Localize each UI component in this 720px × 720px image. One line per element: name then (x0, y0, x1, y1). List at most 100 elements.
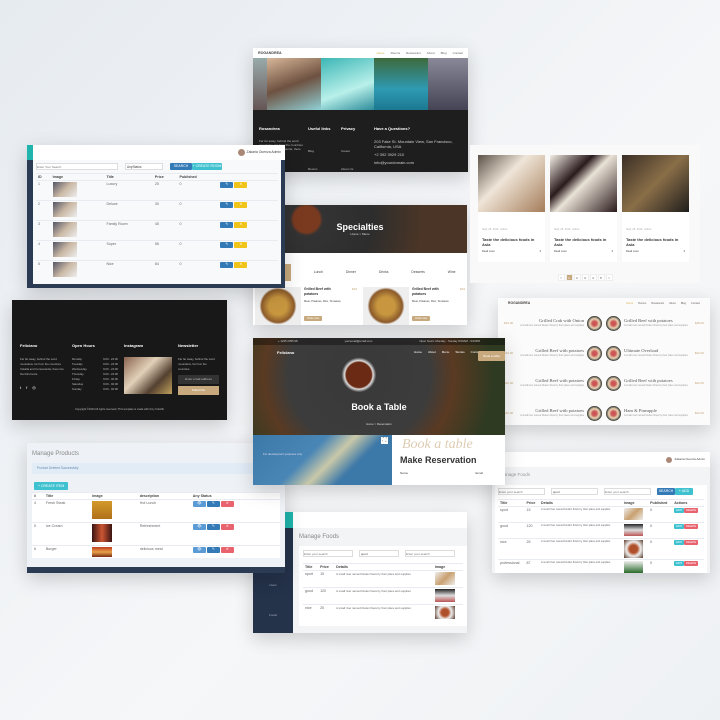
nav-link[interactable]: Blog (441, 51, 447, 56)
delete-icon[interactable]: ✕ (220, 501, 234, 507)
create-item-button[interactable]: + CREATE ITEM (34, 482, 69, 490)
search-button[interactable]: SEARCH (170, 163, 192, 170)
nav-link[interactable]: Restaurant (651, 301, 664, 306)
page-button[interactable]: < (557, 274, 565, 281)
edit-icon[interactable]: ✎ (206, 501, 220, 507)
menu-tab[interactable]: Drinks (379, 270, 389, 275)
sidebar-item[interactable]: Foods (269, 613, 277, 617)
nav-link[interactable]: Home (377, 51, 385, 56)
delete-button[interactable]: DELETE (684, 540, 699, 545)
add-new-button[interactable]: + ADD NEW (675, 488, 693, 500)
twitter-icon[interactable]: t (20, 385, 21, 390)
edit-icon[interactable]: ✎ (220, 222, 234, 228)
room-title: Super (104, 240, 153, 261)
order-button[interactable]: Order now (304, 316, 323, 321)
menu-tab[interactable]: Lunch (314, 270, 323, 275)
search-input-2[interactable] (604, 488, 651, 495)
email-input[interactable]: Enter email address (178, 375, 219, 384)
edit-icon[interactable]: ✎ (206, 524, 220, 530)
nav-link[interactable]: Home (626, 301, 633, 306)
view-icon[interactable]: 👁 (192, 524, 206, 530)
search-input-2[interactable] (405, 550, 455, 557)
view-icon[interactable]: 👁 (192, 501, 206, 507)
read-more-link[interactable]: Read more (626, 249, 639, 254)
post-title[interactable]: Taste the delicious foods in Asia (626, 237, 685, 247)
search-button[interactable]: SEARCH (657, 488, 675, 495)
facebook-icon[interactable]: f (26, 385, 27, 390)
instagram-grid[interactable] (124, 357, 172, 394)
menu-tab[interactable]: Wine (448, 270, 456, 275)
nav-link[interactable]: Restaurant (406, 51, 421, 56)
page-button[interactable]: 4 (589, 274, 597, 281)
delete-icon[interactable]: ✕ (234, 262, 248, 268)
footer-link[interactable]: About Us (341, 167, 353, 171)
subscribe-button[interactable]: Subscribe (178, 386, 219, 395)
view-icon[interactable]: 👁 (192, 547, 206, 553)
nav-link[interactable]: Menu (442, 350, 450, 355)
search-input[interactable] (36, 163, 118, 170)
delete-icon[interactable]: ✕ (220, 547, 234, 553)
nav-link[interactable]: Home (414, 350, 422, 355)
sidebar-item[interactable]: Users (269, 583, 276, 587)
status-select[interactable]: AnyStatus (125, 163, 163, 170)
footer-link[interactable]: Rooms (308, 167, 318, 171)
delete-button[interactable]: DELETE (684, 524, 699, 529)
edit-icon[interactable]: ✎ (220, 262, 234, 268)
delete-icon[interactable]: ✕ (234, 242, 248, 248)
delete-icon[interactable]: ✕ (234, 182, 248, 188)
user-name[interactable]: Zakaria Ouenza Admin (247, 150, 282, 155)
edit-button[interactable]: EDIT (674, 561, 685, 566)
blog-card[interactable]: Sept. 06, 2019 · Admin Taste the deliciou… (550, 155, 617, 262)
edit-button[interactable]: EDIT (674, 524, 685, 529)
edit-icon[interactable]: ✎ (220, 182, 234, 188)
search-input[interactable] (498, 488, 545, 495)
delete-icon[interactable]: ✕ (220, 524, 234, 530)
blog-card[interactable]: Sept. 06, 2019 · Admin Taste the deliciou… (622, 155, 689, 262)
search-input[interactable] (303, 550, 353, 557)
nav-link[interactable]: Stories (455, 350, 464, 355)
delete-icon[interactable]: ✕ (234, 202, 248, 208)
page-button[interactable]: 3 (581, 274, 589, 281)
edit-icon[interactable]: ✎ (206, 547, 220, 553)
menu-tab[interactable]: Dinner (346, 270, 356, 275)
avatar[interactable] (666, 456, 673, 463)
book-table-button[interactable]: Book a table (478, 351, 505, 361)
edit-button[interactable]: EDIT (674, 508, 685, 513)
user-name[interactable]: Zakaria Ouenza Admin (674, 457, 705, 462)
delete-icon[interactable]: ✕ (234, 222, 248, 228)
page-button[interactable]: > (605, 274, 613, 281)
read-more-link[interactable]: Read more (554, 249, 567, 254)
menu-tab[interactable]: Desserts (411, 270, 424, 275)
post-title[interactable]: Taste the delicious foods in Asia (554, 237, 613, 247)
footer-link[interactable]: Career (341, 149, 350, 153)
order-button[interactable]: Order now (412, 316, 431, 321)
page-button[interactable]: 2 (573, 274, 581, 281)
post-title[interactable]: Taste the delicious foods in Asia (482, 237, 541, 247)
page-button[interactable]: 5 (597, 274, 605, 281)
avatar[interactable] (237, 149, 245, 156)
nav-link[interactable]: Blog (681, 301, 686, 306)
nav-link[interactable]: About (427, 51, 435, 56)
create-room-button[interactable]: + CREATE ROOM (192, 163, 222, 170)
edit-icon[interactable]: ✎ (220, 202, 234, 208)
nav-link[interactable]: Contact (691, 301, 700, 306)
edit-button[interactable]: EDIT (674, 540, 685, 545)
status-select[interactable]: sport (359, 550, 399, 557)
footer-link[interactable]: Blog (308, 149, 314, 153)
nav-link[interactable]: About (669, 301, 676, 306)
delete-button[interactable]: DELETE (684, 561, 699, 566)
nav-link[interactable]: About (428, 350, 436, 355)
page-button[interactable]: 1 (565, 274, 573, 281)
nav-link[interactable]: Contact (453, 51, 463, 56)
email-link[interactable]: info@yourdomain.com (374, 160, 462, 165)
status-select[interactable]: sport (551, 488, 598, 495)
map[interactable]: For development purposes only ⛶ (253, 435, 392, 485)
fullscreen-icon[interactable]: ⛶ (381, 437, 388, 444)
instagram-icon[interactable]: ◎ (32, 385, 36, 390)
delete-button[interactable]: DELETE (684, 508, 699, 513)
blog-card[interactable]: Sept. 06, 2019 · Admin Taste the deliciou… (478, 155, 545, 262)
edit-icon[interactable]: ✎ (220, 242, 234, 248)
nav-link[interactable]: Rooms (391, 51, 401, 56)
read-more-link[interactable]: Read more (482, 249, 495, 254)
nav-link[interactable]: Rooms (638, 301, 646, 306)
